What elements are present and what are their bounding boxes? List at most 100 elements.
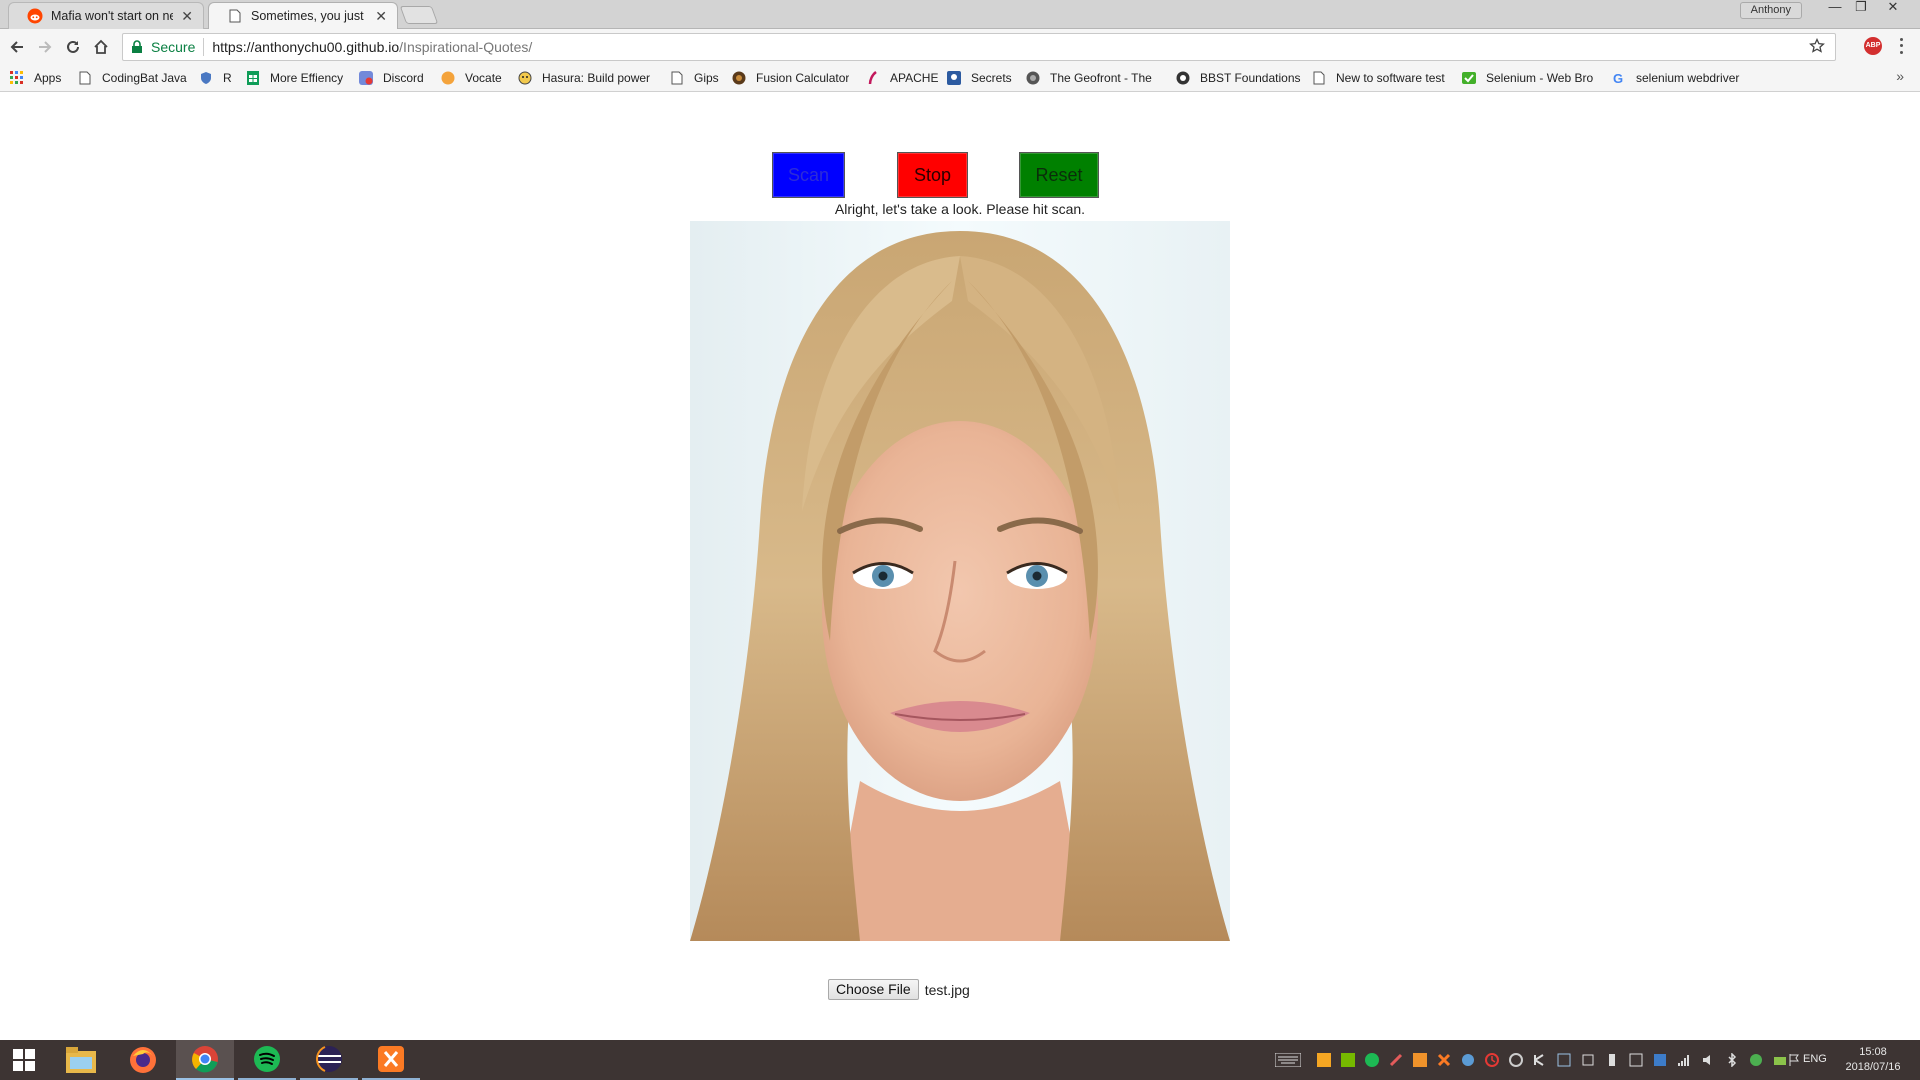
reload-button[interactable] (60, 35, 86, 59)
bookmark-selenium-web[interactable]: Selenium - Web Bro (1462, 69, 1598, 87)
bluetooth-icon[interactable] (1724, 1052, 1740, 1068)
status-text: Alright, let's take a look. Please hit s… (834, 201, 1086, 217)
firefox-icon[interactable] (114, 1040, 172, 1080)
language-indicator[interactable]: ENG (1803, 1053, 1827, 1065)
xampp-icon[interactable] (362, 1040, 420, 1080)
chrome-icon[interactable] (176, 1040, 234, 1080)
forward-button[interactable] (32, 35, 58, 59)
tray-app-icon[interactable] (1580, 1052, 1596, 1068)
bookmark-geofront[interactable]: The Geofront - The (1026, 69, 1162, 87)
nvidia-icon[interactable] (1340, 1052, 1356, 1068)
stop-button[interactable]: Stop (897, 152, 968, 198)
bookmark-label: Selenium - Web Bro (1486, 71, 1594, 85)
clock-date: 2018/07/16 (1845, 1061, 1901, 1073)
page-icon (227, 8, 243, 24)
tray-app-icon[interactable] (1628, 1052, 1644, 1068)
bookmark-bbst[interactable]: BBST Foundations (1176, 69, 1301, 87)
xampp-tray-icon[interactable] (1436, 1052, 1452, 1068)
address-bar[interactable]: Secure https://anthonychu00.github.io/In… (122, 33, 1836, 61)
bookmark-new-to-software[interactable]: New to software test (1312, 69, 1448, 87)
bookmark-star-icon[interactable] (1809, 37, 1825, 57)
back-arrow-icon (10, 41, 23, 53)
home-button[interactable] (88, 35, 114, 59)
tray-app-icon[interactable] (1412, 1052, 1428, 1068)
hasura-icon (518, 71, 532, 85)
vocate-icon (441, 71, 455, 85)
close-icon[interactable]: ✕ (375, 8, 387, 25)
bookmarks-bar: Apps CodingBat Java R More Effiency Disc… (0, 65, 1920, 92)
spotify-tray-icon[interactable] (1364, 1052, 1380, 1068)
minimize-button[interactable]: — (1822, 0, 1848, 16)
bookmark-apache[interactable]: APACHE (866, 69, 938, 87)
bookmark-vocate[interactable]: Vocate (441, 69, 502, 87)
page-content: Scan Stop Reset Alright, let's take a lo… (0, 92, 1920, 1040)
choose-file-button[interactable]: Choose File (828, 979, 919, 1000)
bookmark-more-effiency[interactable]: More Effiency (246, 69, 343, 87)
page-icon (670, 71, 684, 85)
tray-app-icon[interactable] (1388, 1052, 1404, 1068)
restore-button[interactable]: ❐ (1848, 0, 1874, 16)
bookmark-label: Fusion Calculator (756, 71, 850, 85)
tray-app-icon[interactable] (1316, 1052, 1332, 1068)
bookmark-label: selenium webdriver (1636, 71, 1740, 85)
tray-app-icon[interactable] (1652, 1052, 1668, 1068)
tray-app-icon[interactable] (1748, 1052, 1764, 1068)
url-host: https://anthonychu00.github.io (212, 39, 400, 55)
tray-app-icon[interactable] (1508, 1052, 1524, 1068)
bookmark-label: BBST Foundations (1200, 71, 1301, 85)
tray-app-icon[interactable] (1556, 1052, 1572, 1068)
tray-app-icon[interactable] (1460, 1052, 1476, 1068)
keyboard-icon[interactable] (1274, 1052, 1302, 1068)
bookmark-hasura[interactable]: Hasura: Build power (518, 69, 660, 87)
apps-grid-icon (10, 71, 24, 85)
tab-mafia[interactable]: Mafia won't start on new ✕ (8, 2, 204, 29)
file-explorer-icon[interactable] (52, 1040, 110, 1080)
bookmark-label: Hasura: Build power (542, 71, 650, 85)
home-icon (94, 39, 108, 54)
bookmark-label: Gips (694, 71, 719, 85)
network-icon[interactable] (1676, 1052, 1692, 1068)
tab-inspirational-quotes[interactable]: Sometimes, you just need ✕ (208, 2, 398, 29)
flag-icon[interactable] (1786, 1052, 1802, 1068)
browser-window: Mafia won't start on new ✕ Sometimes, yo… (0, 0, 1920, 1080)
bookmark-selenium-webdriver[interactable]: G selenium webdriver (1612, 69, 1748, 87)
file-input[interactable]: Choose File test.jpg (828, 979, 970, 1000)
tray-app-icon[interactable] (1532, 1052, 1548, 1068)
spotify-icon[interactable] (238, 1040, 296, 1080)
svg-text:G: G (1613, 71, 1623, 85)
bookmark-discord[interactable]: Discord (359, 69, 424, 87)
secure-label: Secure (151, 39, 196, 55)
bookmark-label: Discord (383, 71, 424, 85)
sheets-icon (246, 71, 260, 85)
clock[interactable]: 15:08 2018/07/16 (1838, 1045, 1908, 1075)
clock-time: 15:08 (1859, 1046, 1887, 1058)
bookmark-gips[interactable]: Gips (670, 69, 719, 87)
tray-app-icon[interactable] (1604, 1052, 1620, 1068)
back-button[interactable] (4, 35, 30, 59)
volume-icon[interactable] (1700, 1052, 1716, 1068)
bookmark-label: Secrets (971, 71, 1012, 85)
reset-button[interactable]: Reset (1019, 152, 1099, 198)
start-button[interactable] (0, 1040, 48, 1080)
close-icon[interactable]: ✕ (181, 8, 193, 25)
clock-app-icon[interactable] (1484, 1052, 1500, 1068)
selenium-icon (1462, 71, 1476, 85)
new-tab-button[interactable] (399, 6, 439, 24)
bookmark-apps[interactable]: Apps (10, 69, 61, 87)
adblock-plus-icon[interactable]: ABP (1864, 37, 1882, 55)
bookmark-r[interactable]: R (199, 69, 232, 87)
bookmark-codingbat[interactable]: CodingBat Java (78, 69, 190, 87)
secrets-icon (947, 71, 961, 85)
chrome-menu-icon[interactable] (1896, 36, 1906, 56)
scan-button[interactable]: Scan (772, 152, 845, 198)
bookmark-label: R (223, 71, 232, 85)
profile-button[interactable]: Anthony (1739, 2, 1802, 19)
bookmark-fusion-calculator[interactable]: Fusion Calculator (732, 69, 849, 87)
taskbar: ENG 15:08 2018/07/16 (0, 1040, 1920, 1080)
more-bookmarks-chevron-icon[interactable]: » (1896, 68, 1904, 84)
face-photo (690, 221, 1230, 941)
eclipse-icon[interactable] (300, 1040, 358, 1080)
close-window-button[interactable]: ✕ (1880, 0, 1906, 16)
feather-icon (866, 71, 880, 85)
bookmark-secrets[interactable]: Secrets (947, 69, 1012, 87)
